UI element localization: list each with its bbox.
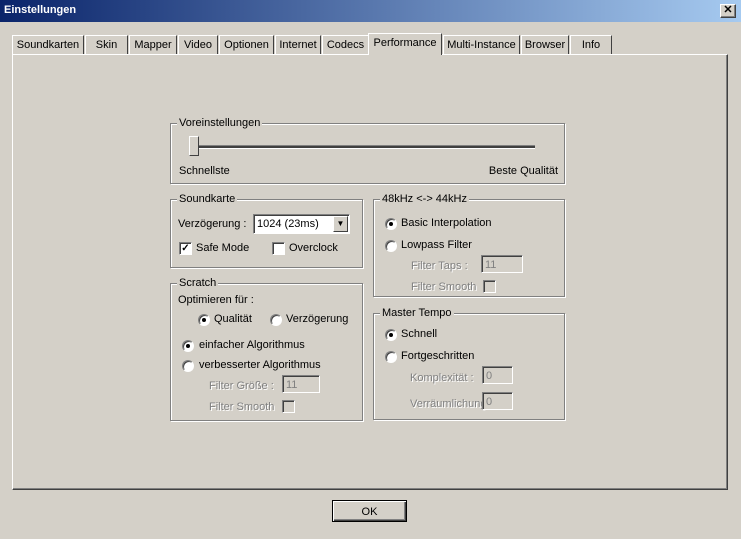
title-bar[interactable]: Einstellungen ✕ bbox=[0, 0, 741, 22]
complexity-label: Komplexität : bbox=[410, 372, 474, 384]
simple-algorithm-label: einfacher Algorithmus bbox=[199, 339, 305, 351]
chevron-down-icon[interactable]: ▼ bbox=[333, 216, 348, 232]
settings-dialog: Einstellungen ✕ Soundkarten Skin Mapper … bbox=[0, 0, 741, 539]
ok-button[interactable]: OK bbox=[332, 500, 407, 522]
soundcard-legend: Soundkarte bbox=[177, 192, 238, 206]
resample-group: 48kHz <-> 44kHz Basic Interpolation Lowp… bbox=[373, 192, 565, 297]
preset-left-label: Schnellste bbox=[179, 165, 230, 177]
improved-algorithm-radio[interactable] bbox=[182, 360, 194, 372]
simple-algorithm-radio[interactable] bbox=[182, 340, 194, 352]
overclock-label: Overclock bbox=[289, 242, 338, 254]
spatial-field[interactable]: 0 bbox=[482, 392, 513, 410]
tab-soundkarten[interactable]: Soundkarten bbox=[12, 35, 84, 54]
resample-filter-smooth-checkbox[interactable] bbox=[483, 280, 496, 293]
scratch-filter-smooth-label: Filter Smooth bbox=[209, 401, 275, 413]
lowpass-filter-label: Lowpass Filter bbox=[401, 239, 472, 251]
scratch-group: Scratch Optimieren für : Qualität Verzög… bbox=[170, 276, 363, 421]
delay-select-value: 1024 (23ms) bbox=[257, 218, 319, 230]
tab-internet[interactable]: Internet bbox=[275, 35, 321, 54]
tab-video[interactable]: Video bbox=[178, 35, 218, 54]
preset-slider-track[interactable] bbox=[193, 145, 535, 149]
master-tempo-legend: Master Tempo bbox=[380, 306, 454, 320]
filter-taps-field[interactable]: 11 bbox=[481, 255, 523, 273]
tab-codecs[interactable]: Codecs bbox=[322, 35, 369, 54]
complexity-field[interactable]: 0 bbox=[482, 366, 513, 384]
improved-algorithm-label: verbesserter Algorithmus bbox=[199, 359, 321, 371]
soundcard-group: Soundkarte Verzögerung : 1024 (23ms) ▼ ✓… bbox=[170, 192, 363, 268]
tab-skin[interactable]: Skin bbox=[85, 35, 128, 54]
scratch-filter-smooth-checkbox[interactable] bbox=[282, 400, 295, 413]
overclock-checkbox[interactable] bbox=[272, 242, 285, 255]
preset-right-label: Beste Qualität bbox=[488, 165, 558, 177]
tab-performance[interactable]: Performance bbox=[368, 33, 442, 55]
resample-filter-smooth-label: Filter Smooth bbox=[411, 281, 477, 293]
delay-label: Verzögerung : bbox=[178, 218, 247, 230]
quality-radio[interactable] bbox=[198, 314, 210, 326]
delay-radio-label: Verzögerung bbox=[286, 313, 349, 325]
preset-slider-thumb[interactable] bbox=[189, 136, 199, 156]
delay-select[interactable]: 1024 (23ms) ▼ bbox=[253, 214, 350, 234]
spatial-label: Verräumlichung bbox=[410, 398, 487, 410]
tab-mapper[interactable]: Mapper bbox=[129, 35, 177, 54]
master-tempo-group: Master Tempo Schnell Fortgeschritten Kom… bbox=[373, 306, 565, 420]
optimize-label: Optimieren für : bbox=[178, 294, 254, 306]
lowpass-filter-radio[interactable] bbox=[385, 240, 397, 252]
safe-mode-checkbox[interactable]: ✓ bbox=[179, 242, 192, 255]
tab-optionen[interactable]: Optionen bbox=[219, 35, 274, 54]
close-icon[interactable]: ✕ bbox=[720, 4, 736, 18]
delay-radio[interactable] bbox=[270, 314, 282, 326]
basic-interpolation-radio[interactable] bbox=[385, 218, 397, 230]
fast-radio[interactable] bbox=[385, 329, 397, 341]
presets-legend: Voreinstellungen bbox=[177, 116, 263, 130]
presets-group: Voreinstellungen Schnellste Beste Qualit… bbox=[170, 116, 565, 184]
basic-interpolation-label: Basic Interpolation bbox=[401, 217, 492, 229]
quality-label: Qualität bbox=[214, 313, 252, 325]
window-title: Einstellungen bbox=[4, 4, 77, 16]
performance-panel: Voreinstellungen Schnellste Beste Qualit… bbox=[12, 54, 728, 490]
filter-taps-label: Filter Taps : bbox=[411, 260, 468, 272]
fast-label: Schnell bbox=[401, 328, 438, 340]
tab-browser[interactable]: Browser bbox=[521, 35, 569, 54]
tab-multi-instance[interactable]: Multi-Instance bbox=[443, 35, 520, 54]
filter-size-field[interactable]: 11 bbox=[282, 375, 320, 393]
scratch-legend: Scratch bbox=[177, 276, 219, 290]
safe-mode-label: Safe Mode bbox=[196, 242, 250, 254]
resample-legend: 48kHz <-> 44kHz bbox=[380, 192, 469, 206]
filter-size-label: Filter Größe : bbox=[209, 380, 274, 392]
advanced-label: Fortgeschritten bbox=[401, 350, 475, 362]
tab-info[interactable]: Info bbox=[570, 35, 612, 54]
advanced-radio[interactable] bbox=[385, 351, 397, 363]
